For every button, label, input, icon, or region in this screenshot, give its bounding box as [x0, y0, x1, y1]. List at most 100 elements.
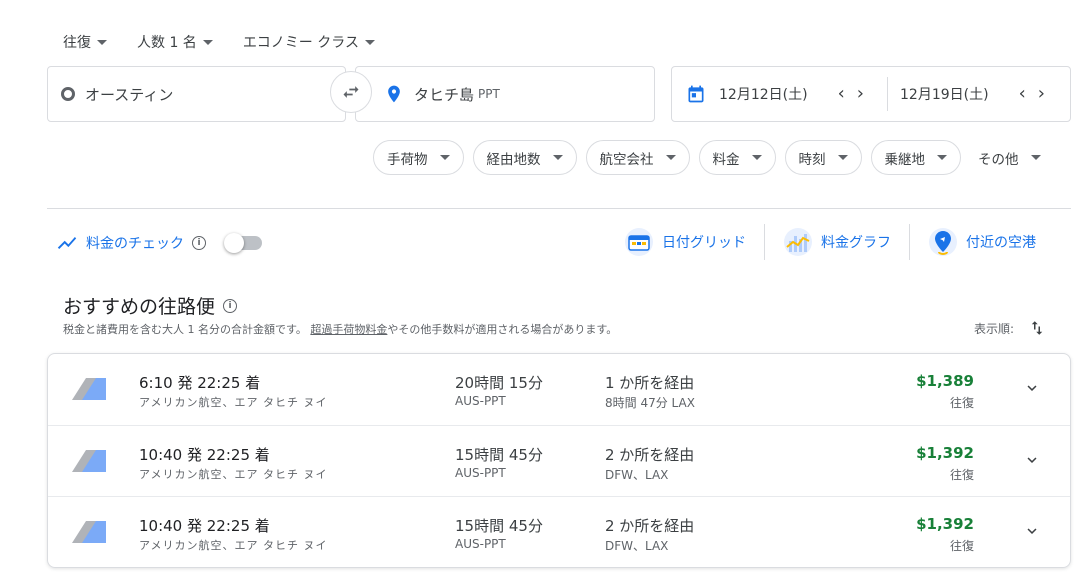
date-field: 12月12日(土) ‹ › 12月19日(土) ‹ ›	[671, 66, 1071, 122]
flight-times: 10:40 発 22:25 着	[139, 517, 270, 535]
flight-price: $1,392	[916, 444, 974, 462]
flight-row[interactable]: 10:40 発 22:25 着 アメリカン航空、エア タヒチ ヌイ 15時間 4…	[48, 496, 1070, 567]
nearby-airports-button[interactable]: 付近の空港	[909, 224, 1054, 260]
caret-down-icon	[552, 155, 563, 160]
caret-down-icon	[97, 39, 107, 45]
filter-times[interactable]: 時刻	[784, 140, 862, 175]
section-title: おすすめの往路便 i	[63, 292, 238, 319]
nearby-airports-label: 付近の空港	[966, 235, 1036, 251]
baggage-fees-link[interactable]: 超過手荷物料金	[310, 323, 387, 336]
date-grid-button[interactable]: 日付グリッド	[624, 224, 764, 260]
chip-label: 時刻	[798, 151, 826, 168]
prev-date-icon[interactable]: ‹	[838, 85, 845, 103]
date-divider	[887, 77, 888, 111]
airline-logo-icon	[72, 450, 106, 472]
caret-down-icon	[202, 39, 213, 45]
flight-layover: DFW、LAX	[605, 468, 669, 482]
trip-type-note: 往復	[949, 468, 974, 482]
destination-code: PPT	[478, 87, 500, 101]
view-tools: 日付グリッド 料金グラフ 付近の空港	[624, 224, 1054, 260]
flight-price: $1,392	[916, 515, 974, 533]
info-icon[interactable]: i	[223, 298, 238, 313]
subtitle-text: やその他手数料が適用される場合があります。	[387, 323, 618, 336]
trip-type-note: 往復	[949, 396, 974, 410]
price-tracking: 料金のチェック i	[56, 232, 262, 254]
flight-stops: 2 か所を経由	[605, 446, 695, 464]
flight-layover: 8時間 47分 LAX	[605, 396, 695, 410]
flight-row[interactable]: 10:40 発 22:25 着 アメリカン航空、エア タヒチ ヌイ 15時間 4…	[48, 425, 1070, 496]
chip-label: 経由地数	[486, 151, 541, 168]
filter-bar: 手荷物 経由地数 航空会社 料金 時刻 乗継地 その他	[373, 140, 1049, 175]
flight-times: 6:10 発 22:25 着	[139, 374, 261, 392]
caret-down-icon	[364, 39, 375, 45]
chevron-down-icon	[1027, 528, 1037, 534]
date-grid-label: 日付グリッド	[662, 235, 746, 251]
flight-duration: 15時間 45分	[455, 446, 543, 464]
chip-label: 手荷物	[387, 151, 428, 168]
flight-stops: 2 か所を経由	[605, 517, 695, 535]
trip-type-select[interactable]: 往復	[63, 32, 107, 52]
flight-layover: DFW、LAX	[605, 539, 669, 553]
prev-date-icon[interactable]: ‹	[1019, 85, 1026, 103]
trip-type-note: 往復	[949, 539, 974, 553]
expand-button[interactable]	[1020, 519, 1044, 543]
chip-label: 乗継地	[884, 151, 926, 168]
flight-route: AUS-PPT	[455, 466, 506, 480]
depart-date-field[interactable]: 12月12日(土) ‹ ›	[686, 67, 864, 121]
sort-control[interactable]: 表示順:	[974, 319, 1046, 337]
cabin-label: エコノミー クラス	[242, 35, 359, 51]
return-date-value: 12月19日(土)	[900, 87, 989, 103]
info-icon[interactable]: i	[192, 236, 206, 250]
price-graph-button[interactable]: 料金グラフ	[764, 224, 909, 260]
next-date-icon[interactable]: ›	[1038, 85, 1045, 103]
caret-down-icon	[751, 155, 762, 160]
filter-connecting[interactable]: 乗継地	[870, 140, 961, 175]
destination-field[interactable]: タヒチ島 PPT	[355, 66, 655, 122]
price-tracking-toggle[interactable]	[224, 233, 262, 253]
calendar-icon	[688, 85, 704, 103]
passengers-select[interactable]: 人数 1 名	[137, 32, 213, 52]
return-date-field[interactable]: 12月19日(土) ‹ ›	[900, 67, 1045, 121]
price-graph-icon	[784, 228, 812, 256]
chevron-down-icon	[1027, 457, 1037, 463]
trend-icon	[57, 237, 77, 249]
flight-price: $1,389	[916, 372, 974, 390]
airline-logo-icon	[72, 521, 106, 543]
flight-results-list: 6:10 発 22:25 着 アメリカン航空、エア タヒチ ヌイ 20時間 15…	[47, 353, 1071, 568]
caret-down-icon	[439, 155, 450, 160]
cabin-select[interactable]: エコノミー クラス	[243, 32, 375, 52]
filter-price[interactable]: 料金	[698, 140, 776, 175]
sort-label: 表示順:	[973, 321, 1014, 336]
caret-down-icon	[937, 155, 947, 160]
swap-icon	[343, 86, 359, 98]
flight-duration: 15時間 45分	[455, 517, 543, 535]
caret-down-icon	[837, 155, 848, 160]
next-date-icon[interactable]: ›	[857, 85, 864, 103]
flight-row[interactable]: 6:10 発 22:25 着 アメリカン航空、エア タヒチ ヌイ 20時間 15…	[48, 354, 1070, 425]
date-grid-icon	[625, 228, 653, 256]
airline-name: アメリカン航空、エア タヒチ ヌイ	[139, 396, 328, 409]
swap-button[interactable]	[330, 71, 372, 113]
airline-logo-icon	[72, 378, 106, 400]
filter-airlines[interactable]: 航空会社	[585, 140, 690, 175]
depart-date-value: 12月12日(土)	[719, 87, 808, 103]
filter-more[interactable]: その他	[970, 140, 1049, 175]
filter-baggage[interactable]: 手荷物	[373, 140, 464, 175]
nearby-airports-icon	[929, 228, 957, 256]
flight-stops: 1 か所を経由	[605, 374, 695, 392]
search-options: 往復 人数 1 名 エコノミー クラス	[63, 32, 375, 52]
chip-label: その他	[978, 151, 1019, 168]
chevron-down-icon	[1027, 385, 1037, 391]
chip-label: 航空会社	[599, 151, 654, 168]
section-title-text: おすすめの往路便	[63, 296, 216, 318]
filter-stops[interactable]: 経由地数	[472, 140, 577, 175]
flight-route: AUS-PPT	[455, 394, 506, 408]
caret-down-icon	[1030, 155, 1041, 160]
flight-times: 10:40 発 22:25 着	[139, 446, 270, 464]
expand-button[interactable]	[1020, 376, 1044, 400]
flight-duration: 20時間 15分	[455, 374, 543, 392]
origin-value: オースティン	[85, 85, 174, 104]
origin-field[interactable]: オースティン	[47, 66, 346, 122]
airline-name: アメリカン航空、エア タヒチ ヌイ	[139, 539, 328, 552]
expand-button[interactable]	[1020, 448, 1044, 472]
